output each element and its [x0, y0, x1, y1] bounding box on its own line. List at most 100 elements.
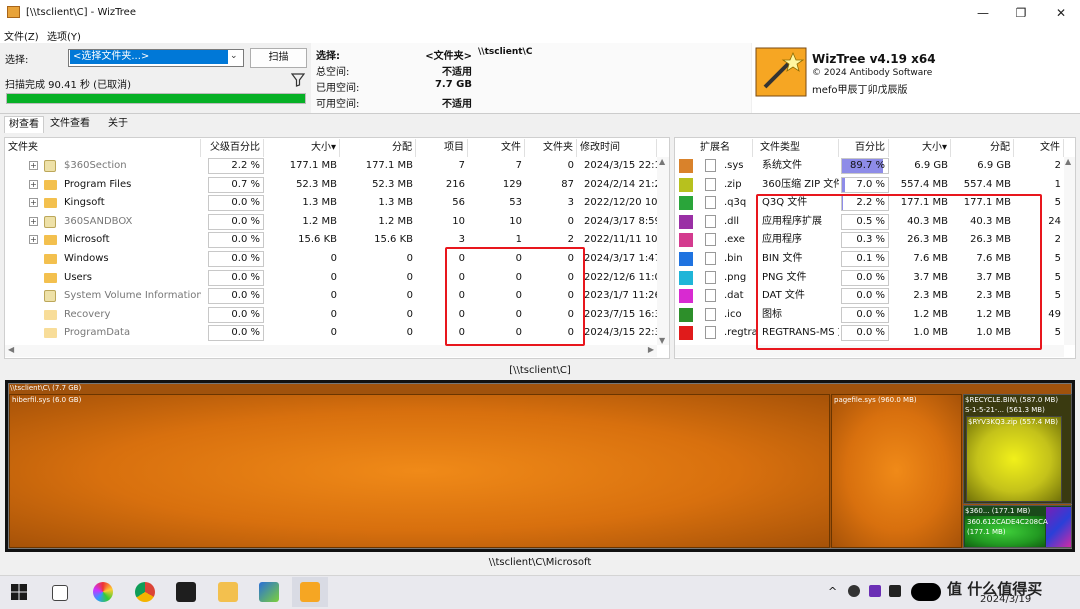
col-header-modified[interactable]: 修改时间 — [577, 139, 657, 157]
treemap-pagefile-label: pagefile.sys (960.0 MB) — [834, 396, 917, 404]
treemap-misc-block[interactable] — [1046, 507, 1071, 547]
treemap-root-label: \\tsclient\C\ (7.7 GB) — [10, 384, 82, 392]
type-color-swatch — [679, 196, 693, 211]
treemap-pagefile-block[interactable] — [831, 394, 962, 548]
parent-percent: 0.0 % — [208, 195, 264, 212]
terminal-icon[interactable] — [176, 582, 196, 602]
col-header-file-type[interactable]: 文件类型 — [757, 139, 839, 157]
tray-chevron-icon[interactable]: ^ — [828, 585, 837, 598]
task-view-icon[interactable] — [52, 585, 68, 601]
folder-select-value[interactable]: <选择文件夹...> — [70, 50, 228, 64]
col-header-percent[interactable]: 百分比 — [839, 139, 889, 157]
tray-security-icon[interactable] — [889, 585, 901, 597]
menu-file[interactable]: 文件(Z) — [4, 28, 39, 43]
tree-vertical-scrollbar[interactable]: ▲ ▼ — [657, 157, 669, 345]
folder-size: 1.2 MB — [302, 215, 337, 227]
expand-icon[interactable]: + — [29, 235, 38, 245]
close-button[interactable]: ✕ — [1046, 4, 1076, 22]
info-free-value: 不适用 — [442, 99, 472, 110]
extension: .regtrans-ms — [724, 327, 757, 339]
folder-files: 10 — [509, 215, 522, 227]
watermark-badge-icon — [911, 583, 941, 601]
tab-about[interactable]: 关于 — [104, 116, 132, 132]
folder-size: 0 — [330, 271, 337, 283]
file-explorer-icon[interactable] — [218, 582, 238, 602]
col-header-files[interactable]: 文件 — [468, 139, 525, 157]
file-type-icon — [705, 159, 716, 172]
treemap-hiberfil-block[interactable] — [9, 394, 830, 548]
folder-items: 7 — [458, 160, 465, 171]
minimize-button[interactable]: — — [968, 4, 998, 22]
type-files: 1 — [1054, 178, 1061, 190]
logo-copyright: © 2024 Antibody Software — [812, 68, 933, 78]
window-title: [\\tsclient\C] - WizTree — [26, 7, 136, 18]
table-row[interactable]: +360SANDBOX 0.0 % 1.2 MB 1.2 MB 10 10 0 2024/3/… — [5, 213, 657, 232]
scan-button[interactable]: 扫描 — [250, 48, 307, 68]
type-color-swatch — [679, 252, 693, 266]
types-vertical-scrollbar[interactable]: ▲ — [1064, 157, 1075, 345]
folder-size: 0 — [330, 253, 337, 264]
extension: .dat — [724, 290, 744, 302]
table-row[interactable]: + $360Section 2.2 % 177.1 MB 177.1 MB 7 7 0 2024… — [5, 157, 657, 176]
expand-icon[interactable]: + — [29, 179, 38, 189]
col-header-size[interactable]: 大小▾ — [264, 139, 340, 157]
wiztree-taskbar-icon[interactable] — [300, 582, 320, 602]
table-row[interactable]: .sys 系统文件 89.7 % 6.9 GB 6.9 GB 2 — [675, 157, 1064, 176]
menu-bar — [0, 26, 1080, 43]
treemap-path: [\\tsclient\C] — [509, 365, 571, 376]
tray-v-icon[interactable] — [869, 585, 881, 597]
chrome-icon[interactable] — [135, 582, 155, 602]
folder-size: 0 — [330, 308, 337, 320]
treemap[interactable]: \\tsclient\C\ (7.7 GB) hiberfil.sys (6.0… — [5, 380, 1075, 552]
col-header-type-allocated[interactable]: 分配 — [951, 139, 1014, 157]
table-row[interactable]: + Program Files 0.7 % 52.3 MB 52.3 MB 216 129 8… — [5, 176, 657, 195]
windows-start-icon[interactable] — [11, 584, 27, 600]
expand-icon[interactable]: + — [29, 198, 38, 208]
info-free-label: 可用空间: — [316, 99, 360, 110]
360-browser-icon[interactable] — [93, 582, 113, 602]
treemap-zip-block[interactable] — [966, 416, 1062, 502]
col-header-parent-percent[interactable]: 父级百分比 — [201, 139, 264, 157]
folder-name: $360Section — [64, 160, 127, 171]
expand-icon[interactable]: + — [29, 161, 38, 170]
type-files: 2 — [1054, 160, 1061, 171]
col-header-folder[interactable]: 文件夹 — [5, 139, 201, 157]
remote-desktop-icon[interactable] — [259, 582, 279, 602]
folder-name: System Volume Information — [64, 290, 201, 302]
expand-icon[interactable]: + — [29, 216, 38, 226]
folder-icon — [44, 272, 57, 283]
extension: .zip — [724, 178, 742, 190]
col-header-extension[interactable]: 扩展名 — [697, 139, 753, 157]
extension: .ico — [724, 308, 742, 320]
filter-icon[interactable] — [291, 73, 305, 87]
menu-options[interactable]: 选项(Y) — [47, 28, 81, 43]
extension: .q3q — [724, 197, 747, 209]
type-color-swatch — [679, 159, 693, 173]
scan-status: 扫描完成 90.41 秒 (已取消) — [5, 80, 131, 91]
col-header-allocated[interactable]: 分配 — [340, 139, 416, 157]
folder-name: Users — [64, 271, 93, 283]
logo-title: WizTree v4.19 x64 — [812, 52, 936, 66]
logo-subtitle: mefo甲辰丁卯戊辰版 — [812, 85, 908, 96]
folder-name: Program Files — [64, 178, 132, 190]
chevron-down-icon[interactable]: ⌄ — [230, 51, 238, 61]
col-header-type-files[interactable]: 文件 — [1014, 139, 1064, 157]
taskbar-date[interactable]: 2024/3/19 — [980, 594, 1031, 605]
col-header-folders[interactable]: 文件夹 — [525, 139, 577, 157]
table-row[interactable]: + Kingsoft 0.0 % 1.3 MB 1.3 MB 56 53 3 2022/12/2… — [5, 194, 657, 213]
tab-tree-view[interactable]: 树查看 — [4, 116, 44, 133]
extension: .sys — [724, 160, 744, 171]
col-header-type-size[interactable]: 大小▾ — [889, 139, 951, 157]
col-header-items[interactable]: 项目 — [416, 139, 468, 157]
folder-modified: 2024/3/17 8:59:3 — [584, 215, 657, 227]
tray-app-icon[interactable] — [848, 585, 860, 597]
maximize-button[interactable]: ❐ — [1006, 4, 1036, 22]
folder-modified: 2022/12/20 10:1 — [584, 197, 657, 209]
folder-icon — [44, 254, 57, 264]
table-row[interactable]: .zip 360压缩 ZIP 文件 7.0 % 557.4 MB 557.4 MB 1 — [675, 176, 1064, 195]
folder-files: 53 — [509, 197, 522, 209]
tab-file-view[interactable]: 文件查看 — [46, 116, 94, 132]
folder-allocated: 0 — [406, 253, 413, 264]
tree-horizontal-scrollbar[interactable]: ◀ ▶ — [5, 345, 657, 357]
folder-subfolders: 3 — [567, 197, 574, 209]
